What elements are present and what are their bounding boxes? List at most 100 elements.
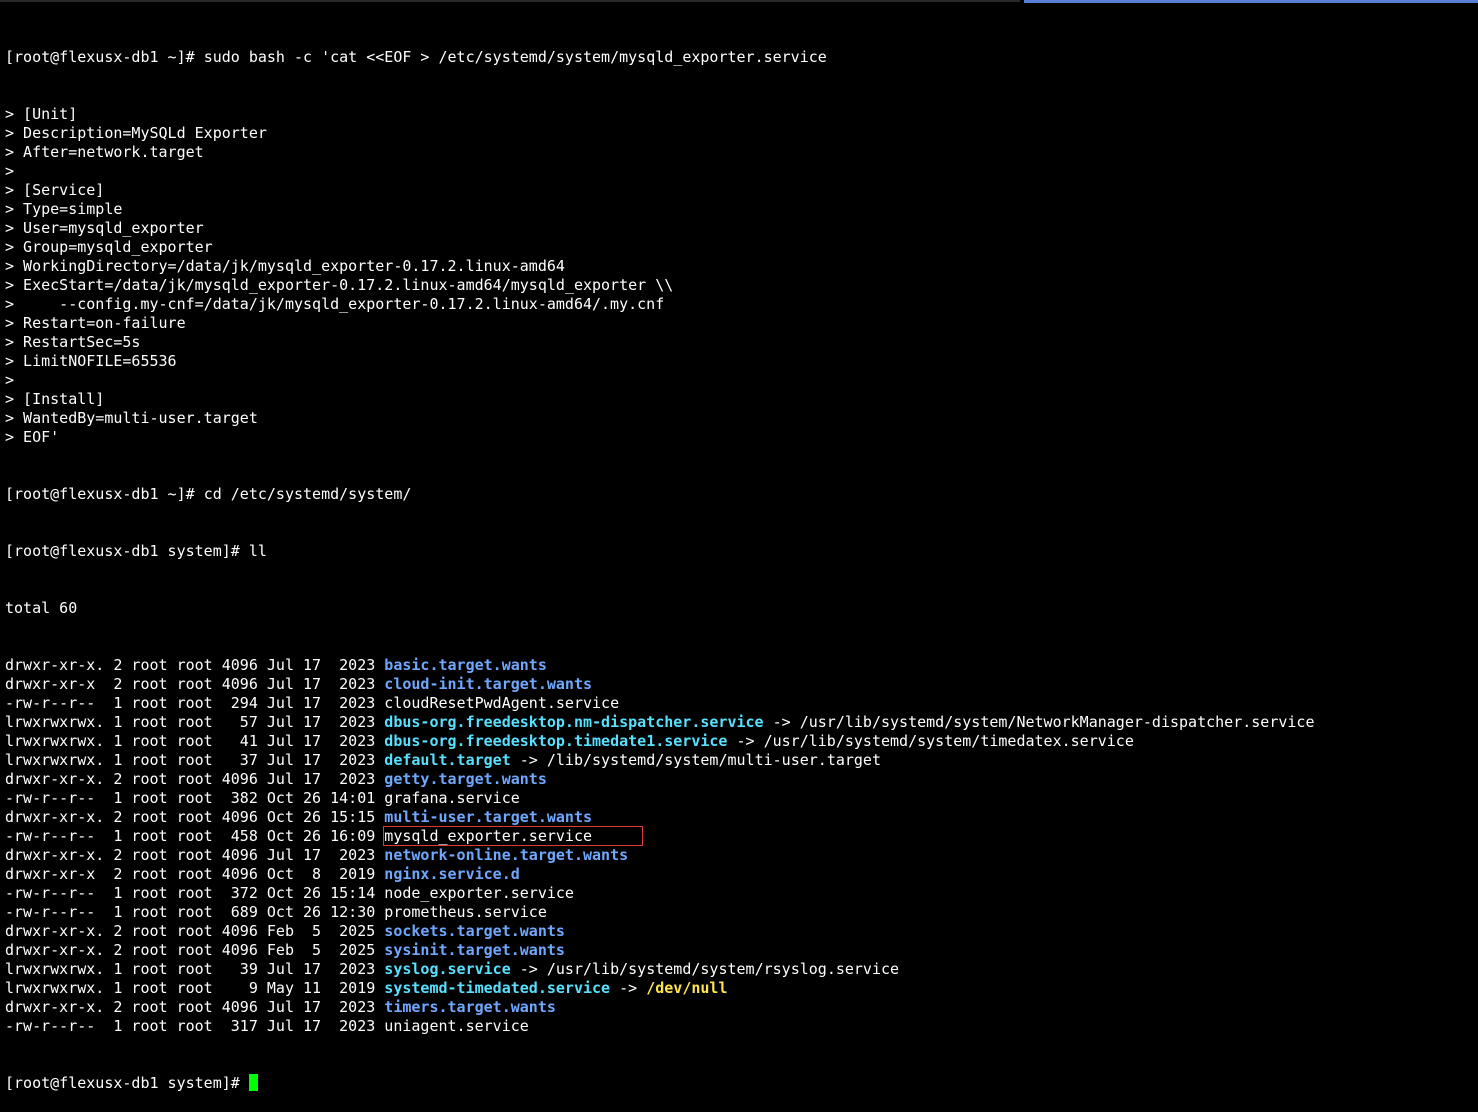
file-name[interactable]: syslog.service bbox=[384, 960, 510, 978]
file-name[interactable]: systemd-timedated.service bbox=[384, 979, 610, 997]
listing-row: drwxr-xr-x 2 root root 4096 Jul 17 2023 … bbox=[5, 675, 1473, 694]
symlink-target: /usr/lib/systemd/system/timedatex.servic… bbox=[763, 732, 1134, 750]
file-meta: drwxr-xr-x. 2 root root 4096 Jul 17 2023 bbox=[5, 770, 385, 788]
file-meta: drwxr-xr-x. 2 root root 4096 Oct 26 15:1… bbox=[5, 808, 385, 826]
listing-row: drwxr-xr-x. 2 root root 4096 Jul 17 2023… bbox=[5, 656, 1473, 675]
file-name[interactable]: getty.target.wants bbox=[384, 770, 547, 788]
file-name[interactable]: prometheus.service bbox=[384, 903, 547, 921]
file-name[interactable]: network-online.target.wants bbox=[384, 846, 628, 864]
command-line-cd: [root@flexusx-db1 ~]# cd /etc/systemd/sy… bbox=[5, 485, 1473, 504]
file-name[interactable]: multi-user.target.wants bbox=[384, 808, 592, 826]
file-name[interactable]: grafana.service bbox=[384, 789, 519, 807]
heredoc-block: > [Unit] > Description=MySQLd Exporter > A… bbox=[5, 105, 1473, 447]
heredoc-line: > After=network.target bbox=[5, 143, 204, 161]
file-meta: lrwxrwxrwx. 1 root root 41 Jul 17 2023 bbox=[5, 732, 385, 750]
command-line-current[interactable]: [root@flexusx-db1 system]# bbox=[5, 1074, 1473, 1093]
listing-row: -rw-r--r-- 1 root root 382 Oct 26 14:01 … bbox=[5, 789, 1473, 808]
file-name[interactable]: default.target bbox=[384, 751, 510, 769]
file-meta: drwxr-xr-x. 2 root root 4096 Jul 17 2023 bbox=[5, 846, 385, 864]
file-name[interactable]: sysinit.target.wants bbox=[384, 941, 565, 959]
listing-row: -rw-r--r-- 1 root root 689 Oct 26 12:30 … bbox=[5, 903, 1473, 922]
listing-row: lrwxrwxrwx. 1 root root 57 Jul 17 2023 d… bbox=[5, 713, 1473, 732]
listing-row: -rw-r--r-- 1 root root 317 Jul 17 2023 u… bbox=[5, 1017, 1473, 1036]
listing-total: total 60 bbox=[5, 599, 78, 617]
listing-row: drwxr-xr-x. 2 root root 4096 Oct 26 15:1… bbox=[5, 808, 1473, 827]
file-name[interactable]: dbus-org.freedesktop.nm-dispatcher.servi… bbox=[384, 713, 763, 731]
file-meta: -rw-r--r-- 1 root root 372 Oct 26 15:14 bbox=[5, 884, 385, 902]
file-name[interactable]: sockets.target.wants bbox=[384, 922, 565, 940]
shell-prompt: [root@flexusx-db1 ~]# bbox=[5, 48, 204, 66]
heredoc-line: > [Unit] bbox=[5, 105, 78, 123]
file-meta: drwxr-xr-x. 2 root root 4096 Jul 17 2023 bbox=[5, 998, 385, 1016]
symlink-target: /usr/lib/systemd/system/rsyslog.service bbox=[546, 960, 900, 978]
heredoc-line: > RestartSec=5s bbox=[5, 333, 141, 351]
listing-row: drwxr-xr-x. 2 root root 4096 Feb 5 2025 … bbox=[5, 922, 1473, 941]
file-name[interactable]: uniagent.service bbox=[384, 1017, 529, 1035]
heredoc-line: > bbox=[5, 371, 15, 389]
listing-row: drwxr-xr-x 2 root root 4096 Oct 8 2019 n… bbox=[5, 865, 1473, 884]
top-edge-left bbox=[0, 0, 1020, 2]
command-text: ll bbox=[248, 542, 267, 560]
file-name[interactable]: nginx.service.d bbox=[384, 865, 519, 883]
listing-row: lrwxrwxrwx. 1 root root 9 May 11 2019 sy… bbox=[5, 979, 1473, 998]
heredoc-line: > WorkingDirectory=/data/jk/mysqld_expor… bbox=[5, 257, 565, 275]
heredoc-line: > Type=simple bbox=[5, 200, 123, 218]
symlink-arrow: -> bbox=[510, 751, 547, 769]
file-meta: drwxr-xr-x. 2 root root 4096 Jul 17 2023 bbox=[5, 656, 385, 674]
file-meta: -rw-r--r-- 1 root root 317 Jul 17 2023 bbox=[5, 1017, 385, 1035]
file-name[interactable]: node_exporter.service bbox=[384, 884, 574, 902]
shell-prompt: [root@flexusx-db1 ~]# bbox=[5, 485, 204, 503]
top-edge-right-tab bbox=[1024, 0, 1478, 3]
heredoc-line: > EOF' bbox=[5, 428, 60, 446]
file-meta: lrwxrwxrwx. 1 root root 9 May 11 2019 bbox=[5, 979, 385, 997]
symlink-target: /lib/systemd/system/multi-user.target bbox=[546, 751, 881, 769]
listing-row: drwxr-xr-x. 2 root root 4096 Jul 17 2023… bbox=[5, 998, 1473, 1017]
file-meta: -rw-r--r-- 1 root root 458 Oct 26 16:09 bbox=[5, 827, 385, 845]
command-line-heredoc: [root@flexusx-db1 ~]# sudo bash -c 'cat … bbox=[5, 48, 1473, 67]
shell-prompt: [root@flexusx-db1 system]# bbox=[5, 1074, 249, 1092]
symlink-arrow: -> bbox=[510, 960, 547, 978]
listing-row: lrwxrwxrwx. 1 root root 39 Jul 17 2023 s… bbox=[5, 960, 1473, 979]
heredoc-line: > Description=MySQLd Exporter bbox=[5, 124, 267, 142]
command-line-ll: [root@flexusx-db1 system]# ll bbox=[5, 542, 1473, 561]
directory-listing: drwxr-xr-x. 2 root root 4096 Jul 17 2023… bbox=[5, 656, 1473, 1036]
file-name[interactable]: timers.target.wants bbox=[384, 998, 556, 1016]
heredoc-line: > [Install] bbox=[5, 390, 105, 408]
command-text: sudo bash -c 'cat <<EOF > /etc/systemd/s… bbox=[203, 48, 827, 66]
file-name[interactable]: cloud-init.target.wants bbox=[384, 675, 592, 693]
listing-row: -rw-r--r-- 1 root root 294 Jul 17 2023 c… bbox=[5, 694, 1473, 713]
heredoc-line: > Group=mysqld_exporter bbox=[5, 238, 213, 256]
file-meta: drwxr-xr-x 2 root root 4096 Jul 17 2023 bbox=[5, 675, 385, 693]
heredoc-line: > ExecStart=/data/jk/mysqld_exporter-0.1… bbox=[5, 276, 674, 294]
symlink-target: /dev/null bbox=[646, 979, 728, 997]
file-meta: lrwxrwxrwx. 1 root root 37 Jul 17 2023 bbox=[5, 751, 385, 769]
file-meta: drwxr-xr-x. 2 root root 4096 Feb 5 2025 bbox=[5, 922, 385, 940]
file-meta: lrwxrwxrwx. 1 root root 39 Jul 17 2023 bbox=[5, 960, 385, 978]
symlink-target: /usr/lib/systemd/system/NetworkManager-d… bbox=[799, 713, 1315, 731]
heredoc-line: > WantedBy=multi-user.target bbox=[5, 409, 258, 427]
file-meta: drwxr-xr-x. 2 root root 4096 Feb 5 2025 bbox=[5, 941, 385, 959]
file-name[interactable]: dbus-org.freedesktop.timedate1.service bbox=[384, 732, 727, 750]
file-meta: lrwxrwxrwx. 1 root root 57 Jul 17 2023 bbox=[5, 713, 385, 731]
file-name[interactable]: cloudResetPwdAgent.service bbox=[384, 694, 619, 712]
cursor-block-icon bbox=[248, 1074, 258, 1091]
terminal-output[interactable]: [root@flexusx-db1 ~]# sudo bash -c 'cat … bbox=[5, 10, 1473, 1112]
listing-row: -rw-r--r-- 1 root root 458 Oct 26 16:09 … bbox=[5, 826, 1473, 846]
symlink-arrow: -> bbox=[610, 979, 647, 997]
listing-row: drwxr-xr-x. 2 root root 4096 Jul 17 2023… bbox=[5, 846, 1473, 865]
heredoc-line: > LimitNOFILE=65536 bbox=[5, 352, 177, 370]
listing-row: drwxr-xr-x. 2 root root 4096 Jul 17 2023… bbox=[5, 770, 1473, 789]
listing-row: lrwxrwxrwx. 1 root root 37 Jul 17 2023 d… bbox=[5, 751, 1473, 770]
file-meta: drwxr-xr-x 2 root root 4096 Oct 8 2019 bbox=[5, 865, 385, 883]
listing-row: lrwxrwxrwx. 1 root root 41 Jul 17 2023 d… bbox=[5, 732, 1473, 751]
file-name[interactable]: basic.target.wants bbox=[384, 656, 547, 674]
listing-row: -rw-r--r-- 1 root root 372 Oct 26 15:14 … bbox=[5, 884, 1473, 903]
command-text: cd /etc/systemd/system/ bbox=[203, 485, 412, 503]
heredoc-line: > User=mysqld_exporter bbox=[5, 219, 204, 237]
window-top-edge bbox=[0, 0, 1478, 4]
heredoc-line: > Restart=on-failure bbox=[5, 314, 186, 332]
file-name-highlighted[interactable]: mysqld_exporter.service bbox=[383, 826, 644, 846]
heredoc-line: > [Service] bbox=[5, 181, 105, 199]
symlink-arrow: -> bbox=[727, 732, 764, 750]
file-meta: -rw-r--r-- 1 root root 689 Oct 26 12:30 bbox=[5, 903, 385, 921]
